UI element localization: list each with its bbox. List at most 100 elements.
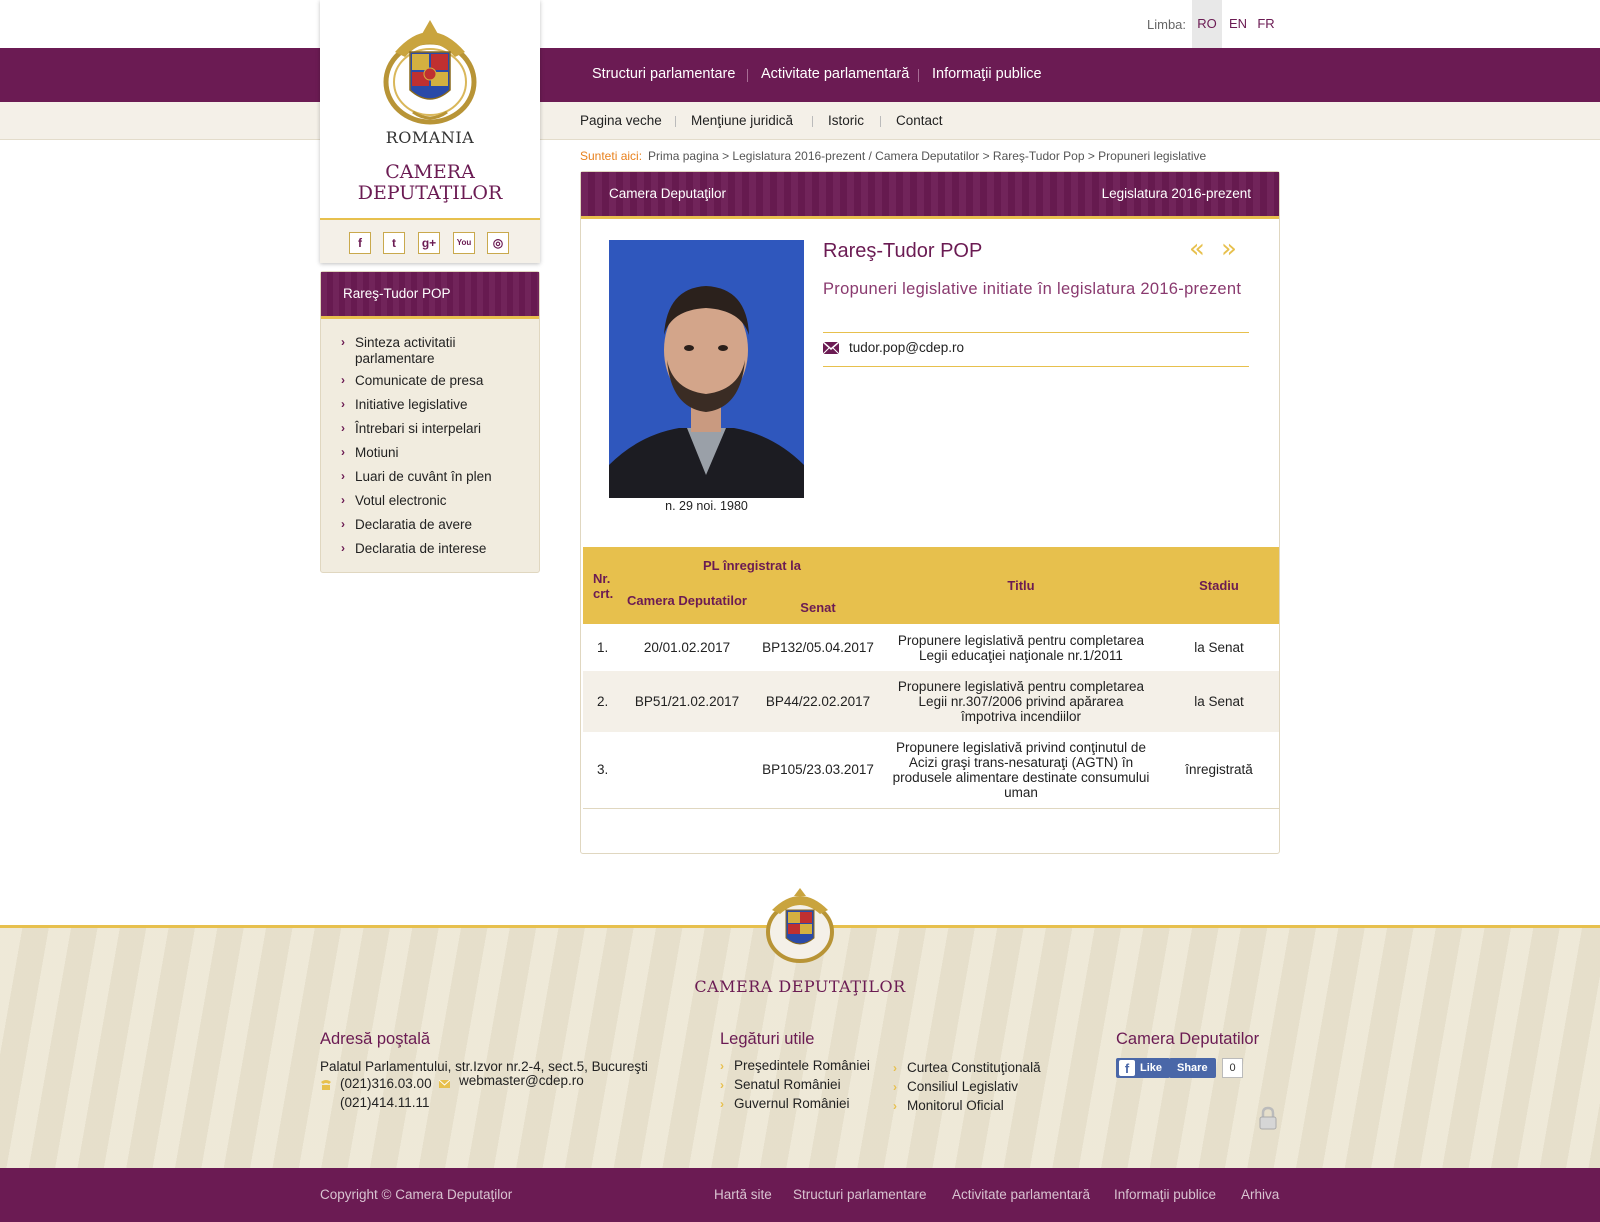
header-nr-crt: Nr. crt. (583, 547, 621, 624)
facebook-icon[interactable]: f (349, 232, 371, 254)
lang-ro-link[interactable]: RO (1192, 0, 1222, 48)
footer-link-monitorul[interactable]: Monitorul Oficial (907, 1098, 1004, 1113)
cell-titlu[interactable]: Propunere legislativă privind conţinutul… (883, 732, 1159, 808)
cell-titlu[interactable]: Propunere legislativă pentru completarea… (883, 671, 1159, 732)
google-plus-icon[interactable]: g+ (418, 232, 440, 254)
footer-link-curtea[interactable]: Curtea Constituţională (907, 1060, 1041, 1075)
header-senat[interactable]: Senat (753, 577, 883, 624)
chevron-right-icon: › (341, 373, 345, 387)
footer-link-senatul[interactable]: Senatul României (734, 1077, 841, 1092)
subnav-pagina-veche[interactable]: Pagina veche (580, 113, 662, 128)
cell-senat[interactable]: BP105/23.03.2017 (753, 732, 883, 808)
chevron-right-icon: › (341, 517, 345, 531)
sidebar-item-luari-cuvant[interactable]: Luari de cuvânt în plen (355, 469, 525, 485)
social-bar: f t g+ You ◎ (320, 218, 540, 263)
bottom-bar: Copyright © Camera Deputaţilor Hartă sit… (0, 1168, 1600, 1222)
footer-email-link[interactable]: webmaster@cdep.ro (459, 1073, 584, 1088)
cell-senat[interactable]: BP44/22.02.2017 (753, 671, 883, 732)
subnav-contact[interactable]: Contact (896, 113, 943, 128)
cell-camera[interactable]: 20/01.02.2017 (621, 624, 753, 671)
chevron-right-icon: › (341, 445, 345, 459)
sidebar-item-avere[interactable]: Declaratia de avere (355, 517, 525, 533)
cell-camera[interactable]: BP51/21.02.2017 (621, 671, 753, 732)
lock-icon[interactable] (1258, 1106, 1278, 1130)
sidebar-item-initiative[interactable]: Initiative legislative (355, 397, 525, 413)
bottom-link-activitate[interactable]: Activitate parlamentară (952, 1187, 1090, 1202)
footer-link-consiliul[interactable]: Consiliul Legislativ (907, 1079, 1018, 1094)
facebook-like-label: Like (1140, 1062, 1163, 1074)
chevron-right-icon: › (341, 493, 345, 507)
side-menu-title: Rareş-Tudor POP (321, 272, 539, 319)
nav-separator (918, 69, 919, 82)
twitter-icon[interactable]: t (383, 232, 405, 254)
divider (823, 332, 1249, 333)
footer-camera-title: CAMERA DEPUTAŢILOR (694, 977, 906, 996)
subnav-separator (812, 116, 813, 127)
instagram-icon[interactable]: ◎ (487, 232, 509, 254)
chevron-right-icon: › (341, 469, 345, 483)
facebook-share-count: 0 (1222, 1058, 1243, 1078)
bottom-link-informatii[interactable]: Informaţii publice (1114, 1187, 1216, 1202)
header-stadiu[interactable]: Stadiu (1159, 547, 1279, 624)
cell-camera[interactable] (621, 732, 753, 808)
chevron-right-icon: › (720, 1097, 724, 1111)
nav-activitate-parlamentara[interactable]: Activitate parlamentară (761, 66, 909, 82)
bottom-link-arhiva[interactable]: Arhiva (1241, 1187, 1279, 1202)
footer-phone-2: (021)414.11.11 (340, 1095, 430, 1110)
legislative-proposals-table: Nr. crt. PL înregistrat la Titlu Stadiu … (583, 547, 1279, 809)
chevron-right-icon: › (341, 335, 345, 349)
next-deputy-button[interactable]: » (1221, 234, 1237, 264)
lang-en-link[interactable]: EN (1223, 0, 1253, 48)
bottom-link-harta-site[interactable]: Hartă site (714, 1187, 772, 1202)
language-label: Limba: (1147, 17, 1187, 32)
subnav-separator (880, 116, 881, 127)
facebook-like-button[interactable]: f Like (1116, 1058, 1171, 1078)
chevron-right-icon: › (341, 541, 345, 555)
cell-stadiu: la Senat (1194, 640, 1244, 655)
header-camera-deputatilor[interactable]: Camera Deputatilor (621, 577, 753, 624)
divider (823, 366, 1249, 367)
content-header: Camera Deputaţilor Legislatura 2016-prez… (581, 172, 1279, 219)
footer-coat-of-arms-icon (766, 888, 834, 963)
envelope-icon (439, 1080, 450, 1088)
logo-romania-text: ROMANIA (385, 128, 475, 147)
logo-camera-text[interactable]: CAMERA DEPUTAŢILOR (320, 162, 540, 204)
breadcrumb: Sunteti aici: Prima pagina > Legislatura … (580, 149, 1206, 163)
content-header-legislature: Legislatura 2016-prezent (1101, 186, 1251, 201)
facebook-icon: f (1119, 1060, 1135, 1076)
footer-address: Palatul Parlamentului, str.Izvor nr.2-4,… (320, 1059, 648, 1074)
subnav-istoric[interactable]: Istoric (828, 113, 864, 128)
deputy-name: Rareş-Tudor POP (823, 240, 983, 262)
coat-of-arms-icon[interactable] (375, 12, 485, 128)
footer-phone-1: (021)316.03.00 (340, 1076, 432, 1091)
cell-titlu[interactable]: Propunere legislativă pentru completarea… (883, 624, 1159, 671)
header-titlu[interactable]: Titlu (883, 547, 1159, 624)
chevron-right-icon: › (341, 397, 345, 411)
sidebar-item-comunicate[interactable]: Comunicate de presa (355, 373, 525, 389)
sidebar-item-interese[interactable]: Declaratia de interese (355, 541, 525, 557)
facebook-share-button[interactable]: Share (1169, 1058, 1216, 1078)
sidebar-item-motiuni[interactable]: Motiuni (355, 445, 525, 461)
bottom-link-structuri[interactable]: Structuri parlamentare (793, 1187, 927, 1202)
subnav-mentiune-juridica[interactable]: Menţiune juridică (691, 113, 793, 128)
footer-social-title: Camera Deputatilor (1116, 1030, 1260, 1048)
deputy-email-link[interactable]: tudor.pop@cdep.ro (849, 340, 964, 355)
lang-fr-link[interactable]: FR (1251, 0, 1281, 48)
nav-structuri-parlamentare[interactable]: Structuri parlamentare (592, 66, 735, 82)
subnav-separator (675, 116, 676, 127)
chevron-right-icon: › (893, 1080, 897, 1094)
cell-stadiu: înregistrată (1185, 762, 1253, 778)
nav-informatii-publice[interactable]: Informaţii publice (932, 66, 1042, 82)
footer-link-presedintele[interactable]: Preşedintele României (734, 1058, 870, 1073)
cell-senat[interactable]: BP132/05.04.2017 (753, 624, 883, 671)
sidebar-item-intrebari[interactable]: Întrebari si interpelari (355, 421, 525, 437)
table-row: 2. BP51/21.02.2017 BP44/22.02.2017 Propu… (583, 671, 1279, 732)
footer-link-guvernul[interactable]: Guvernul României (734, 1096, 850, 1111)
birth-date: n. 29 noi. 1980 (665, 499, 748, 513)
previous-deputy-button[interactable]: « (1189, 234, 1205, 264)
sidebar-item-votul[interactable]: Votul electronic (355, 493, 525, 509)
breadcrumb-path[interactable]: Prima pagina > Legislatura 2016-prezent … (648, 149, 1206, 163)
youtube-icon[interactable]: You (453, 232, 475, 254)
header-pl-inregistrat: PL înregistrat la (621, 547, 883, 577)
sidebar-item-sinteza[interactable]: Sinteza activitatii parlamentare (355, 335, 525, 366)
